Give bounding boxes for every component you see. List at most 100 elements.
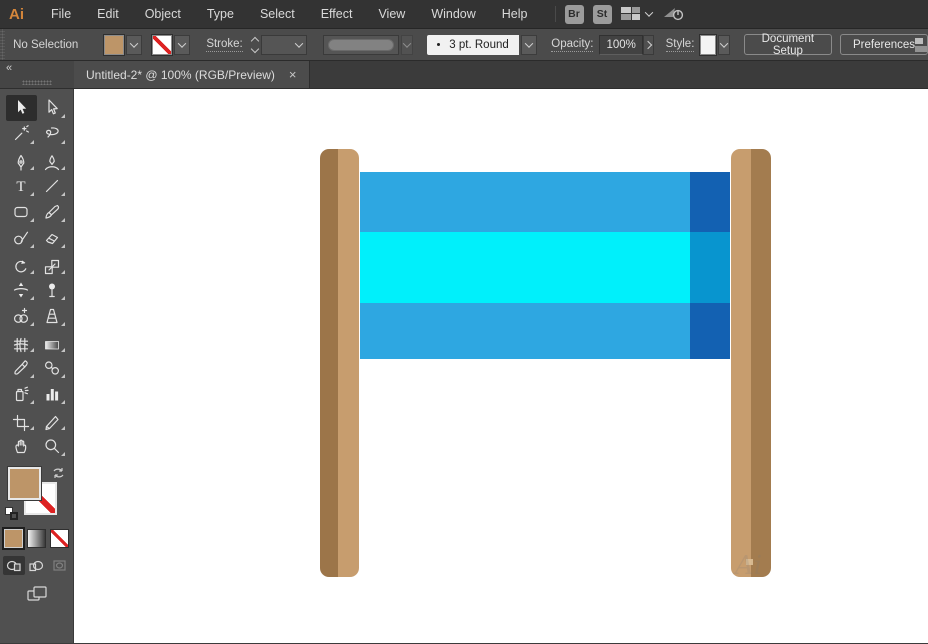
menu-window[interactable]: Window (418, 7, 488, 21)
width-tool[interactable] (6, 277, 37, 303)
menu-file[interactable]: File (38, 7, 84, 21)
curvature-tool[interactable] (37, 152, 68, 173)
menu-select[interactable]: Select (247, 7, 308, 21)
collapse-toolbar-button[interactable]: « (6, 62, 13, 74)
align-panel-icon[interactable] (914, 37, 928, 53)
banner-stripe-middle-end[interactable] (690, 232, 730, 303)
rotate-tool[interactable] (6, 256, 37, 277)
eraser-tool[interactable] (37, 225, 68, 251)
lasso-tool[interactable] (37, 121, 68, 147)
fill-indicator[interactable] (8, 467, 41, 500)
opacity-value: 100% (606, 39, 635, 51)
menu-help[interactable]: Help (489, 7, 541, 21)
default-fill-stroke-icon[interactable] (5, 507, 18, 520)
selection-status: No Selection (13, 39, 78, 51)
controlbar-grip[interactable] (0, 29, 5, 60)
column-graph-tool[interactable] (37, 381, 68, 407)
illustrator-window: Ai File Edit Object Type Select Effect V… (0, 0, 928, 644)
eyedropper-tool[interactable] (6, 355, 37, 381)
menu-object[interactable]: Object (132, 7, 194, 21)
left-post[interactable] (320, 149, 359, 577)
menu-edit[interactable]: Edit (84, 7, 132, 21)
shaper-tool[interactable] (6, 225, 37, 251)
style-swatch[interactable] (700, 35, 715, 55)
banner-stripe-top[interactable] (360, 172, 730, 232)
magic-wand-tool[interactable] (6, 121, 37, 147)
style-label[interactable]: Style: (666, 38, 695, 52)
bridge-button[interactable]: Br (565, 5, 584, 24)
slice-tool[interactable] (37, 412, 68, 433)
fill-color-dropdown[interactable] (126, 35, 142, 55)
tools-grid: T (0, 89, 73, 459)
puppet-warp-tool[interactable] (37, 277, 68, 303)
zoom-tool[interactable] (37, 433, 68, 459)
main-menu: File Edit Object Type Select Effect View… (38, 7, 541, 21)
opacity-label[interactable]: Opacity: (551, 38, 593, 52)
perspective-grid-tool[interactable] (37, 303, 68, 329)
selection-tool[interactable] (6, 95, 37, 121)
app-launcher-icon[interactable] (661, 4, 687, 25)
stroke-weight-stepper[interactable] (252, 38, 258, 52)
opacity-arrow-button[interactable] (643, 35, 654, 55)
draw-inside-button[interactable] (49, 556, 71, 575)
brush-preset-select[interactable]: 3 pt. Round (427, 35, 519, 55)
hand-tool[interactable] (6, 433, 37, 459)
line-segment-tool[interactable] (37, 173, 68, 199)
tools-panel: T (0, 89, 74, 643)
document-tab[interactable]: Untitled-2* @ 100% (RGB/Preview) × (74, 61, 310, 88)
toolbar-header: « (0, 61, 74, 88)
app-logo: Ai (0, 6, 38, 23)
toolbar-grip[interactable] (22, 80, 52, 85)
stroke-color-swatch[interactable] (152, 35, 172, 55)
none-button[interactable] (50, 529, 69, 548)
draw-normal-button[interactable] (3, 556, 25, 575)
watermark: Ai (735, 551, 762, 581)
shape-builder-tool[interactable] (6, 303, 37, 329)
stock-button[interactable]: St (593, 5, 612, 24)
type-glyph: T (16, 179, 25, 195)
blend-tool[interactable] (37, 355, 68, 381)
swap-fill-stroke-icon[interactable] (52, 467, 65, 480)
document-tab-title: Untitled-2* @ 100% (RGB/Preview) (86, 68, 275, 82)
menu-type[interactable]: Type (194, 7, 247, 21)
gradient-tool[interactable] (37, 334, 68, 355)
stroke-color-dropdown[interactable] (174, 35, 190, 55)
screen-mode-button[interactable] (24, 585, 50, 603)
gradient-button[interactable] (27, 529, 46, 548)
draw-behind-button[interactable] (26, 556, 48, 575)
symbol-sprayer-tool[interactable] (6, 381, 37, 407)
stroke-label[interactable]: Stroke: (206, 38, 242, 52)
stroke-weight-select[interactable] (261, 35, 307, 55)
banner-stripe-bottom[interactable] (360, 303, 730, 359)
brush-preset-value: 3 pt. Round (449, 39, 508, 51)
document-tab-bar: « Untitled-2* @ 100% (RGB/Preview) × (0, 61, 928, 89)
banner-stripe-top-end[interactable] (690, 172, 730, 232)
rectangle-tool[interactable] (6, 199, 37, 225)
banner-stripe-middle[interactable] (360, 232, 730, 303)
direct-selection-tool[interactable] (37, 95, 68, 121)
mesh-tool[interactable] (6, 334, 37, 355)
menu-view[interactable]: View (365, 7, 418, 21)
style-dropdown[interactable] (718, 35, 730, 55)
brush-preset-dropdown[interactable] (521, 35, 537, 55)
menu-effect[interactable]: Effect (308, 7, 366, 21)
paintbrush-tool[interactable] (37, 199, 68, 225)
artboard-canvas[interactable]: Ai (74, 89, 928, 643)
color-button[interactable] (4, 529, 23, 548)
fill-stroke-indicator (0, 465, 73, 523)
fill-color-swatch[interactable] (104, 35, 124, 55)
banner-stripe-bottom-end[interactable] (690, 303, 730, 359)
right-post[interactable] (731, 149, 771, 577)
artboard-tool[interactable] (6, 412, 37, 433)
close-tab-icon[interactable]: × (289, 67, 297, 82)
document-setup-button[interactable]: Document Setup (744, 34, 832, 55)
stroke-profile-dropdown[interactable] (401, 35, 413, 55)
pen-tool[interactable] (6, 152, 37, 173)
type-tool[interactable]: T (6, 173, 37, 199)
menubar: Ai File Edit Object Type Select Effect V… (0, 0, 928, 29)
opacity-input[interactable]: 100% (599, 35, 642, 55)
scale-tool[interactable] (37, 256, 68, 277)
stroke-profile-select[interactable] (323, 35, 399, 55)
control-bar: No Selection Stroke: 3 pt. Round Op (0, 29, 928, 61)
workspace-switcher-icon[interactable] (621, 7, 652, 21)
